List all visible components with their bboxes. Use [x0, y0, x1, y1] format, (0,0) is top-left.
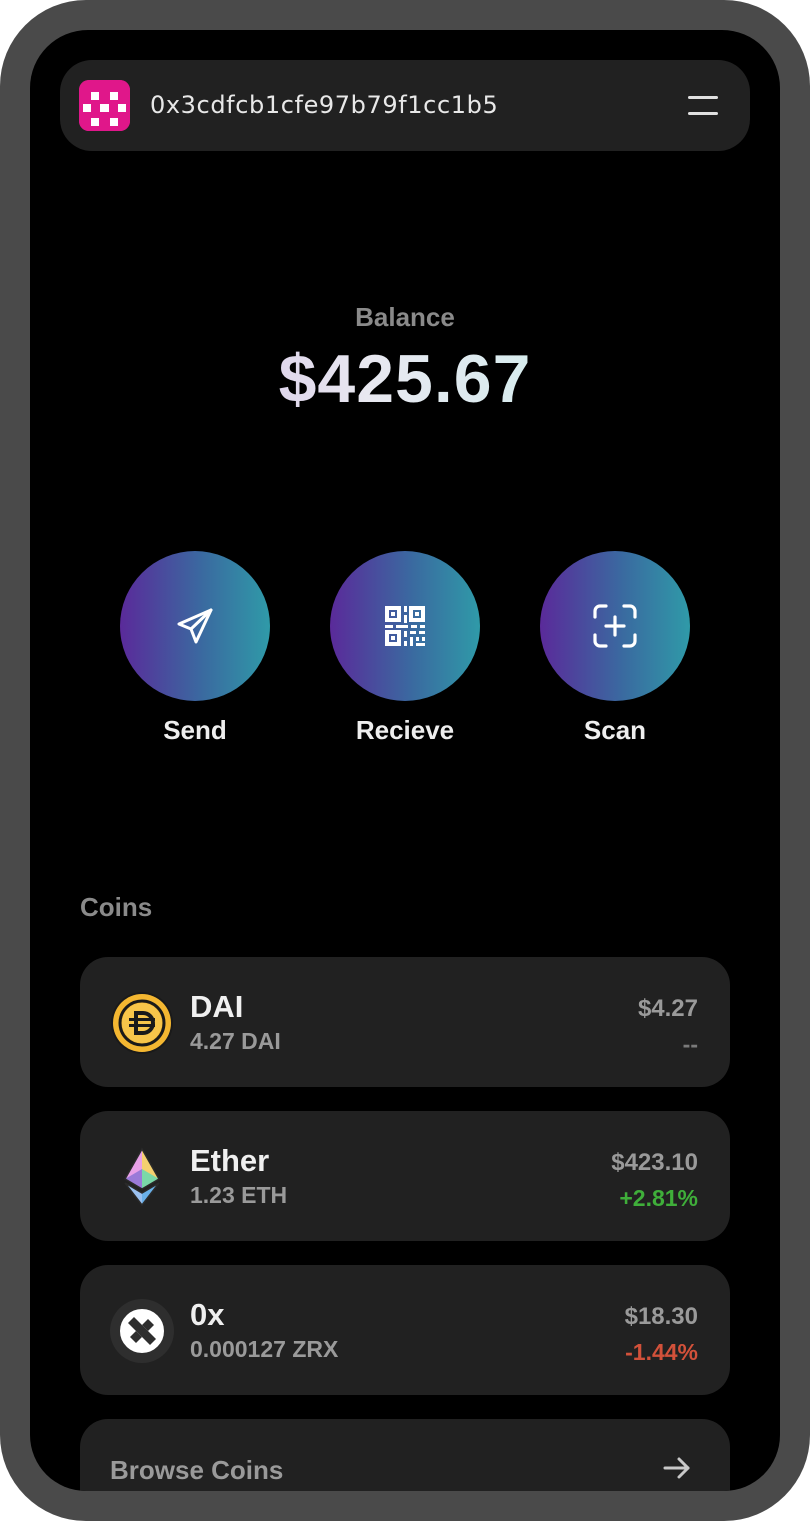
wallet-address[interactable]: 0x3cdfcb1cfe97b79f1cc1b5: [150, 91, 498, 119]
coin-name: Ether: [190, 1143, 270, 1178]
hamburger-menu-icon[interactable]: [688, 94, 720, 118]
coin-amount: 0.000127 ZRX: [190, 1336, 339, 1362]
coin-amount: 1.23 ETH: [190, 1182, 288, 1208]
receive-button-circle[interactable]: [330, 551, 480, 701]
app-screen: 0x3cdfcb1cfe97b79f1cc1b5 Balance $425.67…: [30, 30, 780, 1491]
phone-frame: 0x3cdfcb1cfe97b79f1cc1b5 Balance $425.67…: [0, 0, 810, 1521]
send-label: Send: [163, 715, 227, 745]
send-button[interactable]: Send: [120, 551, 270, 746]
qr-code-icon: [385, 606, 425, 646]
coin-value: $423.10: [611, 1149, 698, 1176]
scan-button-circle[interactable]: [540, 551, 690, 701]
scan-label: Scan: [583, 715, 647, 745]
coin-change: +2.81%: [619, 1185, 698, 1211]
zrx-icon: [110, 1299, 174, 1363]
coin-change: --: [682, 1031, 698, 1057]
coin-value: $18.30: [624, 1303, 698, 1330]
ethereum-icon: [110, 1145, 174, 1209]
coin-name: DAI: [190, 989, 244, 1024]
balance-label: Balance: [355, 302, 455, 332]
balance-value: $425.67: [30, 340, 780, 418]
coin-change: -1.44%: [625, 1339, 698, 1365]
wallet-header: 0x3cdfcb1cfe97b79f1cc1b5: [60, 60, 750, 151]
coin-amount: 4.27 DAI: [190, 1028, 281, 1054]
coin-card-ether[interactable]: Ether 1.23 ETH $423.10 +2.81%: [80, 1111, 730, 1241]
arrow-right-icon: [663, 1457, 690, 1479]
browse-coins-label: Browse Coins: [110, 1455, 284, 1485]
scan-button[interactable]: Scan: [540, 551, 690, 746]
coin-name: 0x: [190, 1297, 225, 1332]
paper-plane-icon: [177, 608, 213, 644]
coin-value: $4.27: [637, 995, 698, 1022]
coin-card-0x[interactable]: 0x 0.000127 ZRX $18.30 -1.44%: [80, 1265, 730, 1395]
coin-card-dai[interactable]: DAI 4.27 DAI $4.27 --: [80, 957, 730, 1087]
browse-coins-button[interactable]: Browse Coins: [80, 1419, 730, 1491]
coins-section-title: Coins: [80, 892, 153, 922]
scan-frame-plus-icon: [593, 604, 637, 648]
dai-coin-icon: [110, 991, 174, 1055]
receive-button[interactable]: Recieve: [330, 551, 480, 746]
pixel-avatar-icon[interactable]: [79, 80, 130, 131]
receive-label: Recieve: [355, 715, 455, 745]
send-button-circle[interactable]: [120, 551, 270, 701]
